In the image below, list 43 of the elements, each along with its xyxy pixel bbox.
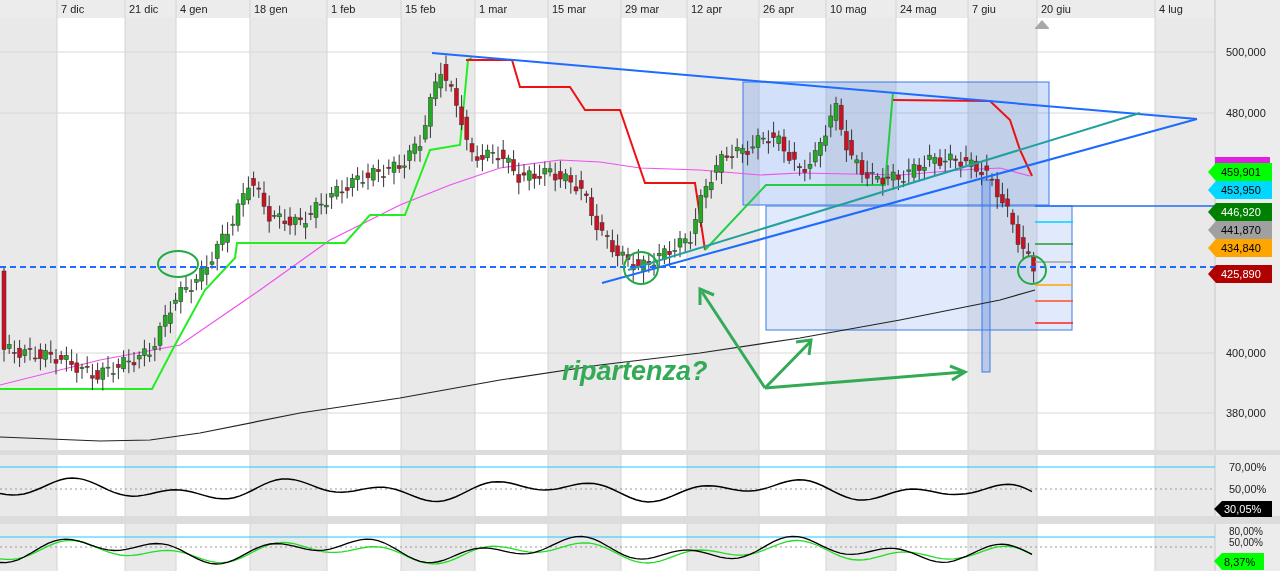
oscillator-tick: 50,00% — [1229, 537, 1263, 548]
date-label: 15 mar — [552, 3, 587, 15]
date-label: 4 lug — [1159, 3, 1183, 15]
annotation-text: ripartenza? — [562, 356, 708, 386]
price-level-line — [1034, 243, 1074, 245]
date-label: 15 feb — [405, 3, 436, 15]
circle-mark — [623, 251, 659, 285]
date-label: 1 mar — [479, 3, 508, 15]
oscillator-tag: 8,37% — [1214, 553, 1264, 570]
circle-mark — [1017, 255, 1047, 285]
date-label: 1 feb — [331, 3, 356, 15]
price-tick: 400,000 — [1226, 347, 1266, 359]
price-level-line — [1034, 322, 1074, 324]
date-label: 26 apr — [763, 3, 795, 15]
date-label: 12 apr — [691, 3, 723, 15]
price-tag: 453,950 — [1208, 181, 1272, 199]
price-level-line — [1034, 261, 1074, 263]
date-label: 10 mag — [830, 3, 867, 15]
price-tag: 459,901 — [1208, 163, 1272, 181]
date-label: 29 mar — [625, 3, 660, 15]
price-tag: 434,840 — [1208, 239, 1272, 257]
price-tag: 441,870 — [1208, 221, 1272, 239]
oscillator-tick: 70,00% — [1229, 461, 1267, 473]
price-level-line — [1034, 221, 1074, 223]
date-label: 4 gen — [180, 3, 208, 15]
oscillator-tick: 50,00% — [1229, 483, 1267, 495]
date-label: 7 dic — [61, 3, 85, 15]
circle-mark — [157, 250, 199, 278]
price-tick: 500,000 — [1226, 46, 1266, 58]
oscillator-tick: 80,00% — [1229, 526, 1263, 537]
price-tick: 380,000 — [1226, 407, 1266, 419]
price-level-line — [1034, 300, 1074, 302]
date-label: 24 mag — [900, 3, 937, 15]
date-label: 18 gen — [254, 3, 288, 15]
date-label: 7 giu — [972, 3, 996, 15]
date-label: 21 dic — [129, 3, 159, 15]
marker-icon[interactable] — [1035, 20, 1049, 29]
price-tag: 425,890 — [1208, 265, 1272, 283]
price-tag: 446,920 — [1208, 203, 1272, 221]
date-label: 20 giu — [1041, 3, 1071, 15]
price-tick: 480,000 — [1226, 107, 1266, 119]
oscillator-tag: 30,05% — [1214, 501, 1272, 517]
price-level-line — [1034, 284, 1074, 286]
